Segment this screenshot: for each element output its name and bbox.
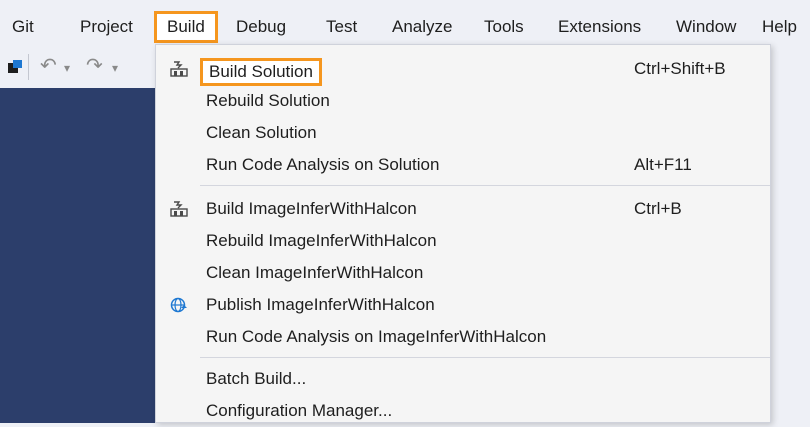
menu-item-label: Run Code Analysis on ImageInferWithHalco… (206, 327, 547, 346)
menu-item-label: Build Solution (200, 58, 322, 86)
menu-item-configuration-manager[interactable]: Configuration Manager... (156, 395, 770, 427)
build-menu: Build Solution Ctrl+Shift+B Rebuild Solu… (155, 44, 771, 423)
menu-item-label: Rebuild Solution (206, 91, 330, 110)
menu-item-batch-build[interactable]: Batch Build... (156, 363, 770, 395)
menu-item-publish-project[interactable]: Publish ImageInferWithHalcon (156, 289, 770, 321)
menu-item-label: Batch Build... (206, 369, 307, 388)
shortcut: Ctrl+Shift+B (634, 59, 726, 78)
menu-item-rebuild-project[interactable]: Rebuild ImageInferWithHalcon (156, 225, 770, 257)
menu-help[interactable]: Help (762, 14, 797, 40)
menu-window[interactable]: Window (676, 14, 736, 40)
menu-bar: Git Project Build Debug Test Analyze Too… (0, 0, 810, 44)
menu-item-label: Publish ImageInferWithHalcon (206, 295, 435, 314)
globe-icon (168, 289, 190, 321)
menu-item-label: Run Code Analysis on Solution (206, 155, 440, 174)
menu-item-clean-project[interactable]: Clean ImageInferWithHalcon (156, 257, 770, 289)
menu-item-run-code-analysis-solution[interactable]: Run Code Analysis on Solution Alt+F11 (156, 149, 770, 181)
menu-item-run-code-analysis-project[interactable]: Run Code Analysis on ImageInferWithHalco… (156, 321, 770, 353)
redo-dropdown-icon[interactable]: ▾ (112, 54, 118, 82)
shortcut: Alt+F11 (634, 155, 692, 174)
redo-icon[interactable]: ↷ (86, 52, 103, 80)
menu-item-build-solution[interactable]: Build Solution Ctrl+Shift+B (156, 53, 770, 86)
toolbar-right (771, 44, 810, 423)
menu-build[interactable]: Build (154, 11, 218, 43)
menu-separator (200, 185, 770, 186)
menu-item-label: Build ImageInferWithHalcon (206, 199, 417, 218)
build-icon (168, 193, 190, 225)
menu-analyze[interactable]: Analyze (392, 14, 452, 40)
menu-item-clean-solution[interactable]: Clean Solution (156, 117, 770, 149)
menu-item-label: Configuration Manager... (206, 401, 393, 420)
menu-item-label: Clean Solution (206, 123, 317, 142)
menu-git[interactable]: Git (12, 14, 34, 40)
menu-item-label: Clean ImageInferWithHalcon (206, 263, 424, 282)
menu-project[interactable]: Project (80, 14, 133, 40)
undo-dropdown-icon[interactable]: ▾ (64, 54, 70, 82)
menu-extensions[interactable]: Extensions (558, 14, 641, 40)
save-all-icon[interactable] (8, 60, 22, 73)
menu-test[interactable]: Test (326, 14, 357, 40)
shortcut: Ctrl+B (634, 199, 682, 218)
menu-item-label: Rebuild ImageInferWithHalcon (206, 231, 437, 250)
build-icon (168, 53, 190, 85)
menu-item-rebuild-solution[interactable]: Rebuild Solution (156, 85, 770, 117)
editor-area (0, 88, 160, 423)
menu-separator (200, 357, 770, 358)
toolbar-separator (28, 54, 29, 80)
menu-debug[interactable]: Debug (236, 14, 286, 40)
menu-tools[interactable]: Tools (484, 14, 524, 40)
menu-item-build-project[interactable]: Build ImageInferWithHalcon Ctrl+B (156, 193, 770, 225)
undo-icon[interactable]: ↶ (40, 52, 57, 80)
toolbar: ↶ ▾ ↷ ▾ (0, 44, 160, 88)
